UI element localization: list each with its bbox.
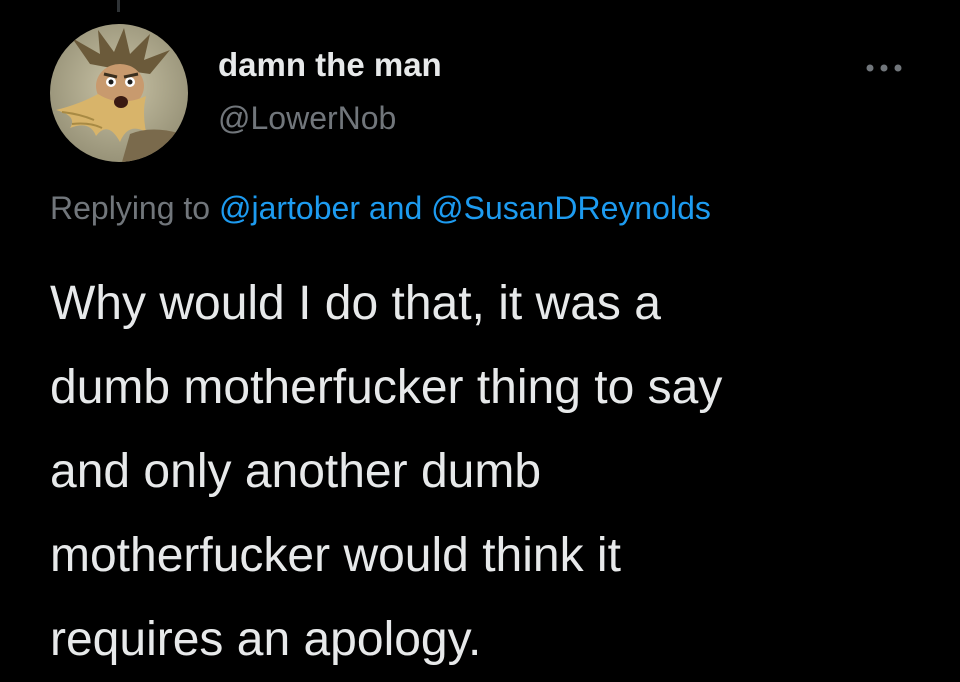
thread-connector-line	[117, 0, 120, 12]
replying-to-line: Replying to @jartober and @SusanDReynold…	[50, 190, 711, 227]
mention-link-jartober[interactable]: @jartober	[219, 190, 360, 226]
ellipsis-horizontal-icon[interactable]	[860, 58, 908, 78]
author-handle[interactable]: @LowerNob	[218, 100, 396, 137]
mention-link-susandreynolds[interactable]: @SusanDReynolds	[431, 190, 711, 226]
author-display-name[interactable]: damn the man	[218, 46, 442, 84]
bearded-man-avatar-image	[50, 24, 188, 162]
avatar[interactable]	[50, 24, 188, 162]
replying-joiner: and	[368, 190, 423, 226]
tweet-body-text: Why would I do that, it was a dumb mothe…	[50, 277, 723, 666]
replying-to-label: Replying to	[50, 190, 211, 226]
